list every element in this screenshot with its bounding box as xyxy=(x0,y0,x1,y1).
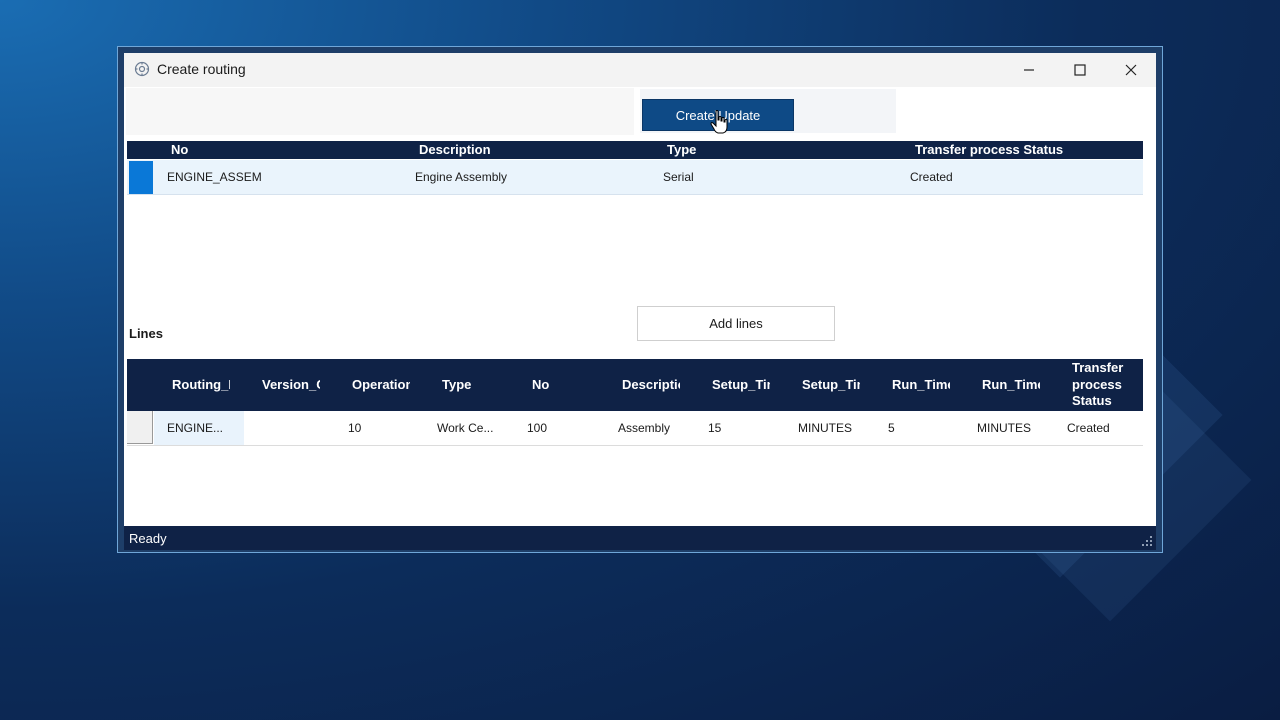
column-header-version-code[interactable]: Version_C xyxy=(262,377,320,392)
cell-run-time-unit[interactable]: MINUTES xyxy=(977,421,1031,435)
add-lines-button[interactable]: Add lines xyxy=(637,306,835,341)
status-text: Ready xyxy=(129,531,167,546)
minimize-button[interactable] xyxy=(1004,53,1054,87)
column-header-no[interactable]: No xyxy=(532,377,590,392)
lines-label: Lines xyxy=(129,326,163,341)
cell-transfer-status[interactable]: Created xyxy=(1067,421,1110,435)
column-header-operation[interactable]: Operation xyxy=(352,377,410,392)
header-grid-header: No Description Type Transfer process Sta… xyxy=(127,141,1143,159)
column-header-type[interactable]: Type xyxy=(442,377,500,392)
minimize-icon xyxy=(1024,69,1034,71)
cell-run-time[interactable]: 5 xyxy=(888,421,895,435)
maximize-button[interactable] xyxy=(1055,53,1105,87)
cell-type[interactable]: Serial xyxy=(663,170,694,184)
window-client-area: Create routing Create\Update No Descript… xyxy=(124,53,1156,550)
title-bar[interactable]: Create routing xyxy=(124,53,1156,87)
top-panel-left xyxy=(126,88,634,135)
column-header-run-time[interactable]: Run_Time xyxy=(892,377,950,392)
table-row[interactable]: ENGINE... 10 Work Ce... 100 Assembly 15 … xyxy=(127,411,1143,446)
hand-cursor-icon xyxy=(710,110,728,134)
cell-description[interactable]: Engine Assembly xyxy=(415,170,507,184)
row-selector[interactable] xyxy=(127,411,153,444)
cell-description[interactable]: Assembly xyxy=(618,421,670,435)
column-header-description[interactable]: Description xyxy=(419,142,491,157)
cell-setup-time[interactable]: 15 xyxy=(708,421,721,435)
column-header-run-time-unit[interactable]: Run_Time xyxy=(982,377,1040,392)
maximize-icon xyxy=(1074,64,1086,76)
cell-type[interactable]: Work Ce... xyxy=(437,421,493,435)
close-button[interactable] xyxy=(1106,53,1156,87)
column-header-description[interactable]: Descriptio xyxy=(622,377,680,392)
column-header-transfer-status[interactable]: Transfer process Status xyxy=(915,142,1063,157)
cell-no[interactable]: 100 xyxy=(527,421,547,435)
create-routing-window: Create routing Create\Update No Descript… xyxy=(117,46,1163,553)
column-header-setup-time-unit[interactable]: Setup_Tin xyxy=(802,377,860,392)
lines-grid-header: Routing_N Version_C Operation Type No De… xyxy=(127,359,1143,411)
column-header-transfer-status[interactable]: Transfer process Status xyxy=(1072,360,1132,410)
window-title: Create routing xyxy=(157,61,246,77)
column-header-setup-time[interactable]: Setup_Tin xyxy=(712,377,770,392)
cell-operation[interactable]: 10 xyxy=(348,421,361,435)
cell-transfer-status[interactable]: Created xyxy=(910,170,953,184)
cell-no[interactable]: ENGINE_ASSEM xyxy=(167,170,262,184)
app-gear-icon xyxy=(134,61,150,77)
column-header-no[interactable]: No xyxy=(171,142,188,157)
column-header-routing-no[interactable]: Routing_N xyxy=(172,377,230,392)
resize-grip-icon[interactable] xyxy=(1141,535,1153,547)
close-icon xyxy=(1125,64,1137,76)
cell-routing-no[interactable]: ENGINE... xyxy=(167,421,223,435)
cell-setup-time-unit[interactable]: MINUTES xyxy=(798,421,852,435)
table-row[interactable]: ENGINE_ASSEM Engine Assembly Serial Crea… xyxy=(127,160,1143,195)
status-bar: Ready xyxy=(124,526,1156,550)
row-selector[interactable] xyxy=(129,161,153,194)
column-header-type[interactable]: Type xyxy=(667,142,696,157)
